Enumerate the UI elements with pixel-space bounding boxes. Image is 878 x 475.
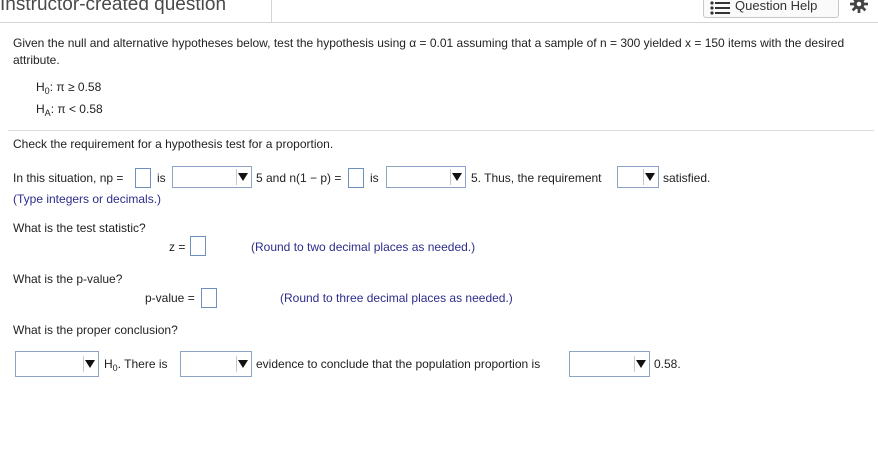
requirement-text-5: 5. Thus, the requirement: [471, 171, 602, 185]
triangle-down-icon: [634, 356, 647, 372]
triangle-down-icon: [643, 169, 656, 185]
null-hypothesis: H0: π ≥ 0.58: [36, 80, 102, 96]
triangle-down-icon: [236, 169, 249, 185]
requirement-text-6: satisfied.: [663, 171, 711, 185]
evidence-dropdown[interactable]: [180, 351, 252, 377]
np-comparison-dropdown[interactable]: [172, 166, 252, 188]
population-comparison-dropdown[interactable]: [569, 351, 650, 377]
section-divider: [8, 130, 874, 131]
n1p-comparison-dropdown[interactable]: [386, 166, 466, 188]
triangle-down-icon: [236, 356, 249, 372]
conclusion-text-1: H0. There is: [104, 357, 168, 373]
test-statistic-question: What is the test statistic?: [13, 221, 146, 235]
question-help-button[interactable]: Question Help: [703, 0, 839, 18]
z-input[interactable]: [190, 236, 206, 256]
gear-icon[interactable]: [850, 0, 868, 13]
conclusion-text-3: 0.58.: [654, 357, 681, 371]
p-value-question: What is the p-value?: [13, 272, 123, 286]
p-value-hint: (Round to three decimal places as needed…: [280, 291, 513, 305]
decision-dropdown[interactable]: [15, 351, 99, 377]
page-title: Instructor-created question: [0, 0, 227, 15]
requirement-hint: (Type integers or decimals.): [13, 192, 162, 206]
conclusion-text-2: evidence to conclude that the population…: [256, 357, 541, 371]
n1p-input[interactable]: [348, 168, 364, 188]
alt-hypothesis: HA: π < 0.58: [36, 102, 103, 118]
problem-text: Given the null and alternative hypothese…: [13, 36, 845, 67]
conclusion-question: What is the proper conclusion?: [13, 323, 178, 337]
requirement-text-4: is: [370, 171, 379, 185]
triangle-down-icon: [450, 169, 463, 185]
triangle-down-icon: [83, 356, 96, 372]
requirement-heading: Check the requirement for a hypothesis t…: [13, 137, 334, 151]
requirement-text-3: 5 and n(1 − p) =: [256, 171, 342, 185]
question-help-label: Question Help: [735, 0, 818, 13]
header-rule: [0, 22, 878, 23]
requirement-text-2: is: [157, 171, 166, 185]
header-divider: [271, 0, 272, 22]
requirement-text-1: In this situation, np =: [13, 171, 124, 185]
list-icon: [710, 1, 730, 15]
requirement-status-dropdown[interactable]: [617, 166, 659, 188]
p-value-label: p-value =: [145, 291, 195, 305]
z-hint: (Round to two decimal places as needed.): [251, 240, 476, 254]
z-label: z =: [169, 240, 186, 254]
np-input[interactable]: [135, 168, 151, 188]
p-value-input[interactable]: [201, 288, 217, 308]
